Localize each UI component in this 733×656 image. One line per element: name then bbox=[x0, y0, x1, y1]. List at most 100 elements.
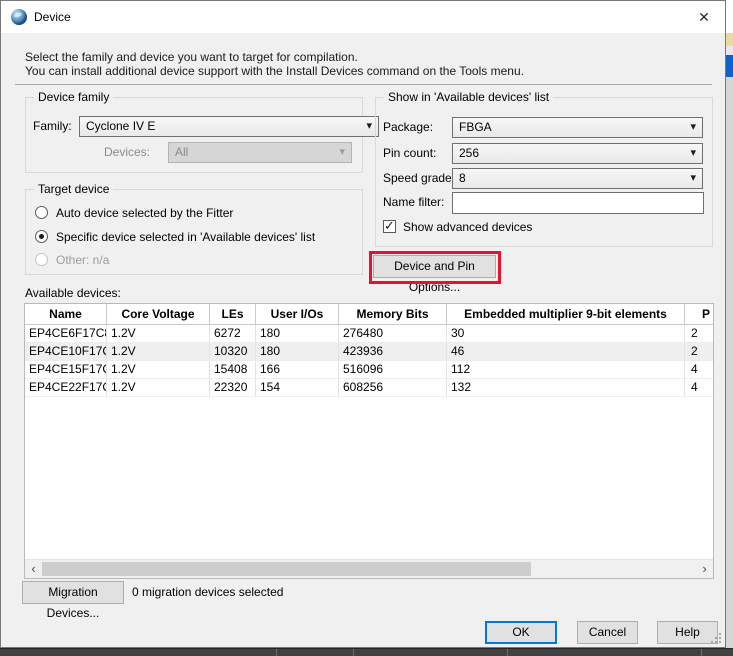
chevron-down-icon: ▾ bbox=[690, 169, 696, 188]
cell-les: 22320 bbox=[210, 379, 256, 396]
package-label: Package: bbox=[383, 117, 433, 138]
package-combobox[interactable]: FBGA ▾ bbox=[452, 117, 703, 138]
available-devices-label: Available devices: bbox=[25, 286, 121, 300]
radio-selected-icon bbox=[35, 230, 48, 243]
migration-devices-button[interactable]: Migration Devices... bbox=[22, 581, 124, 604]
speed-grade-label: Speed grade: bbox=[383, 168, 455, 189]
dialog-instructions: Select the family and device you want to… bbox=[25, 50, 524, 78]
cell-memory-bits: 276480 bbox=[339, 325, 447, 342]
cell-core-voltage: 1.2V bbox=[107, 361, 210, 378]
cell-embedded-multiplier: 30 bbox=[447, 325, 685, 342]
cell-name: EP4CE15F17C8 bbox=[25, 361, 107, 378]
cell-memory-bits: 608256 bbox=[339, 379, 447, 396]
column-header-embedded-multiplier[interactable]: Embedded multiplier 9-bit elements bbox=[447, 304, 685, 324]
scroll-left-icon[interactable]: ‹ bbox=[25, 560, 42, 578]
pin-count-combobox[interactable]: 256 ▾ bbox=[452, 143, 703, 164]
cell-les: 15408 bbox=[210, 361, 256, 378]
cell-embedded-multiplier: 132 bbox=[447, 379, 685, 396]
table-header-row: Name Core Voltage LEs User I/Os Memory B… bbox=[25, 304, 713, 325]
show-available-devices-group-title: Show in 'Available devices' list bbox=[384, 90, 553, 104]
cell-plls: 4 bbox=[685, 379, 713, 396]
device-and-pin-options-button[interactable]: Device and Pin Options... bbox=[373, 255, 496, 278]
cancel-button[interactable]: Cancel bbox=[577, 621, 638, 644]
background-window-bottom-strip bbox=[0, 648, 733, 656]
cell-memory-bits: 423936 bbox=[339, 343, 447, 360]
devices-combobox-value: All bbox=[175, 145, 188, 159]
window-title: Device bbox=[34, 10, 71, 24]
resize-grip[interactable] bbox=[709, 631, 721, 643]
table-row[interactable]: EP4CE15F17C8 1.2V 15408 166 516096 112 4 bbox=[25, 361, 713, 379]
family-combobox-value: Cyclone IV E bbox=[86, 119, 155, 133]
cell-plls: 2 bbox=[685, 325, 713, 342]
family-combobox[interactable]: Cyclone IV E ▾ bbox=[79, 116, 379, 137]
cell-user-ios: 166 bbox=[256, 361, 339, 378]
name-filter-label: Name filter: bbox=[383, 192, 444, 213]
package-combobox-value: FBGA bbox=[459, 120, 492, 134]
devices-label: Devices: bbox=[104, 142, 150, 163]
cell-name: EP4CE10F17C8 bbox=[25, 343, 107, 360]
cell-name: EP4CE22F17C8 bbox=[25, 379, 107, 396]
quartus-app-icon bbox=[11, 9, 27, 25]
instruction-line-1: Select the family and device you want to… bbox=[25, 50, 524, 64]
device-family-group-title: Device family bbox=[34, 90, 113, 104]
column-header-les[interactable]: LEs bbox=[210, 304, 256, 324]
available-devices-table: Name Core Voltage LEs User I/Os Memory B… bbox=[24, 303, 714, 579]
close-icon[interactable]: ✕ bbox=[689, 5, 719, 29]
separator-line bbox=[15, 84, 712, 85]
cell-name: EP4CE6F17C8 bbox=[25, 325, 107, 342]
cell-core-voltage: 1.2V bbox=[107, 379, 210, 396]
speed-grade-combobox-value: 8 bbox=[459, 171, 466, 185]
migration-status-text: 0 migration devices selected bbox=[132, 585, 283, 599]
chevron-down-icon: ▾ bbox=[690, 118, 696, 137]
device-family-group: Device family Family: Cyclone IV E ▾ Dev… bbox=[25, 97, 363, 173]
checkbox-checked-icon: ✓ bbox=[383, 220, 396, 233]
titlebar[interactable]: Device ✕ bbox=[1, 1, 725, 33]
pin-count-combobox-value: 256 bbox=[459, 146, 479, 160]
chevron-down-icon: ▾ bbox=[690, 144, 696, 163]
speed-grade-combobox[interactable]: 8 ▾ bbox=[452, 168, 703, 189]
table-row[interactable]: EP4CE22F17C8 1.2V 22320 154 608256 132 4 bbox=[25, 379, 713, 397]
name-filter-input[interactable] bbox=[452, 192, 704, 214]
column-header-plls-partial[interactable]: P bbox=[685, 304, 713, 324]
cell-embedded-multiplier: 46 bbox=[447, 343, 685, 360]
pin-count-label: Pin count: bbox=[383, 143, 436, 164]
table-row[interactable]: EP4CE6F17C8 1.2V 6272 180 276480 30 2 bbox=[25, 325, 713, 343]
chevron-down-icon: ▾ bbox=[339, 143, 345, 162]
radio-disabled-icon bbox=[35, 253, 48, 266]
column-header-user-ios[interactable]: User I/Os bbox=[256, 304, 339, 324]
devices-combobox[interactable]: All ▾ bbox=[168, 142, 352, 163]
family-label: Family: bbox=[33, 116, 72, 137]
column-header-core-voltage[interactable]: Core Voltage bbox=[107, 304, 210, 324]
cell-plls: 4 bbox=[685, 361, 713, 378]
ok-button[interactable]: OK bbox=[485, 621, 557, 644]
radio-specific-device-label: Specific device selected in 'Available d… bbox=[56, 229, 315, 245]
instruction-line-2: You can install additional device suppor… bbox=[25, 64, 524, 78]
cell-core-voltage: 1.2V bbox=[107, 343, 210, 360]
cell-les: 6272 bbox=[210, 325, 256, 342]
cell-core-voltage: 1.2V bbox=[107, 325, 210, 342]
screen: Device ✕ Select the family and device yo… bbox=[0, 0, 733, 656]
cell-memory-bits: 516096 bbox=[339, 361, 447, 378]
horizontal-scrollbar[interactable]: ‹ › bbox=[25, 559, 713, 578]
target-device-group-title: Target device bbox=[34, 182, 113, 196]
table-row[interactable]: EP4CE10F17C8 1.2V 10320 180 423936 46 2 bbox=[25, 343, 713, 361]
column-header-memory-bits[interactable]: Memory Bits bbox=[339, 304, 447, 324]
cell-plls: 2 bbox=[685, 343, 713, 360]
radio-other-device-label: Other: n/a bbox=[56, 252, 109, 268]
cell-les: 10320 bbox=[210, 343, 256, 360]
scrollbar-thumb[interactable] bbox=[42, 562, 531, 576]
cell-user-ios: 154 bbox=[256, 379, 339, 396]
target-device-group: Target device Auto device selected by th… bbox=[25, 189, 363, 275]
background-window-sliver bbox=[726, 0, 733, 648]
radio-auto-device-label: Auto device selected by the Fitter bbox=[56, 205, 233, 221]
column-header-name[interactable]: Name bbox=[25, 304, 107, 324]
radio-icon bbox=[35, 206, 48, 219]
cell-user-ios: 180 bbox=[256, 325, 339, 342]
show-available-devices-group: Show in 'Available devices' list Package… bbox=[375, 97, 713, 247]
cell-embedded-multiplier: 112 bbox=[447, 361, 685, 378]
cell-user-ios: 180 bbox=[256, 343, 339, 360]
device-dialog: Device ✕ Select the family and device yo… bbox=[0, 0, 726, 648]
chevron-down-icon: ▾ bbox=[366, 117, 372, 136]
show-advanced-devices-label: Show advanced devices bbox=[403, 220, 532, 234]
scroll-right-icon[interactable]: › bbox=[696, 560, 713, 578]
